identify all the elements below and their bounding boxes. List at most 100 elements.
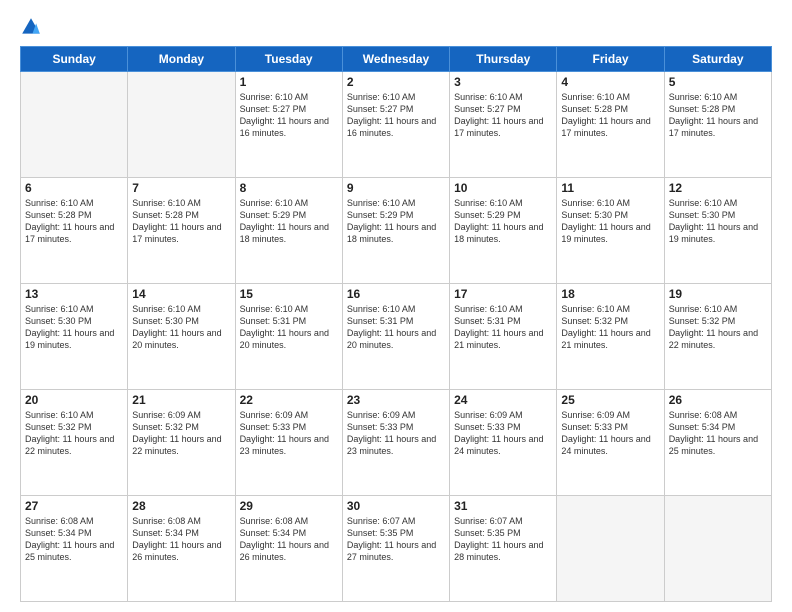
- day-number: 30: [347, 499, 445, 513]
- day-cell: 26Sunrise: 6:08 AM Sunset: 5:34 PM Dayli…: [664, 390, 771, 496]
- day-info: Sunrise: 6:10 AM Sunset: 5:30 PM Dayligh…: [669, 197, 767, 246]
- day-number: 11: [561, 181, 659, 195]
- day-number: 31: [454, 499, 552, 513]
- week-row-2: 13 Sunrise: 6:10 AM Sunset: 5:30 PM Dayli…: [21, 284, 772, 390]
- day-info: Sunrise: 6:09 AM Sunset: 5:33 PM Dayligh…: [561, 409, 659, 458]
- weekday-header-row: SundayMondayTuesdayWednesdayThursdayFrid…: [21, 47, 772, 72]
- weekday-tuesday: Tuesday: [235, 47, 342, 72]
- weekday-thursday: Thursday: [450, 47, 557, 72]
- day-info: Sunrise: 6:10 AM Sunset: 5:28 PM Dayligh…: [669, 91, 767, 140]
- day-cell: [21, 72, 128, 178]
- day-cell: 27 Sunrise: 6:08 AM Sunset: 5:34 PM Dayli…: [21, 496, 128, 602]
- day-number: 3: [454, 75, 552, 89]
- day-info: Sunrise: 6:10 AM Sunset: 5:30 PM Dayligh…: [132, 303, 230, 352]
- day-info: Sunrise: 6:10 AM Sunset: 5:28 PM Dayligh…: [132, 197, 230, 246]
- day-info: Sunrise: 6:08 AM Sunset: 5:34 PM Dayligh…: [240, 515, 338, 564]
- day-cell: 1 Sunrise: 6:10 AM Sunset: 5:27 PM Daylig…: [235, 72, 342, 178]
- day-cell: 21Sunrise: 6:09 AM Sunset: 5:32 PM Dayli…: [128, 390, 235, 496]
- day-cell: 11 Sunrise: 6:10 AM Sunset: 5:30 PM Dayli…: [557, 178, 664, 284]
- day-info: Sunrise: 6:10 AM Sunset: 5:31 PM Dayligh…: [240, 303, 338, 352]
- logo: [20, 16, 46, 38]
- day-number: 5: [669, 75, 767, 89]
- logo-icon: [20, 16, 42, 38]
- day-cell: 19 Sunrise: 6:10 AM Sunset: 5:32 PM Dayli…: [664, 284, 771, 390]
- day-info: Sunrise: 6:10 AM Sunset: 5:31 PM Dayligh…: [347, 303, 445, 352]
- weekday-sunday: Sunday: [21, 47, 128, 72]
- weekday-friday: Friday: [557, 47, 664, 72]
- day-number: 16: [347, 287, 445, 301]
- week-row-3: 20 Sunrise: 6:10 AM Sunset: 5:32 PM Dayli…: [21, 390, 772, 496]
- day-cell: 30 Sunrise: 6:07 AM Sunset: 5:35 PM Dayli…: [342, 496, 449, 602]
- day-number: 25: [561, 393, 659, 407]
- day-info: Sunrise: 6:10 AM Sunset: 5:32 PM Dayligh…: [669, 303, 767, 352]
- day-cell: 20 Sunrise: 6:10 AM Sunset: 5:32 PM Dayli…: [21, 390, 128, 496]
- day-cell: 17 Sunrise: 6:10 AM Sunset: 5:31 PM Dayli…: [450, 284, 557, 390]
- day-cell: 3Sunrise: 6:10 AM Sunset: 5:27 PM Daylig…: [450, 72, 557, 178]
- day-number: 1: [240, 75, 338, 89]
- day-number: 6: [25, 181, 123, 195]
- day-info: Sunrise: 6:08 AM Sunset: 5:34 PM Dayligh…: [25, 515, 123, 564]
- calendar: SundayMondayTuesdayWednesdayThursdayFrid…: [20, 46, 772, 602]
- day-number: 17: [454, 287, 552, 301]
- day-info: Sunrise: 6:08 AM Sunset: 5:34 PM Dayligh…: [132, 515, 230, 564]
- day-info: Sunrise: 6:10 AM Sunset: 5:29 PM Dayligh…: [454, 197, 552, 246]
- header: [20, 16, 772, 38]
- day-info: Sunrise: 6:10 AM Sunset: 5:30 PM Dayligh…: [25, 303, 123, 352]
- day-cell: 6Sunrise: 6:10 AM Sunset: 5:28 PM Daylig…: [21, 178, 128, 284]
- week-row-0: 1 Sunrise: 6:10 AM Sunset: 5:27 PM Daylig…: [21, 72, 772, 178]
- day-info: Sunrise: 6:10 AM Sunset: 5:32 PM Dayligh…: [25, 409, 123, 458]
- day-number: 28: [132, 499, 230, 513]
- day-number: 24: [454, 393, 552, 407]
- day-info: Sunrise: 6:10 AM Sunset: 5:29 PM Dayligh…: [347, 197, 445, 246]
- day-number: 23: [347, 393, 445, 407]
- weekday-wednesday: Wednesday: [342, 47, 449, 72]
- day-cell: 5 Sunrise: 6:10 AM Sunset: 5:28 PM Daylig…: [664, 72, 771, 178]
- day-number: 20: [25, 393, 123, 407]
- day-info: Sunrise: 6:10 AM Sunset: 5:29 PM Dayligh…: [240, 197, 338, 246]
- day-number: 18: [561, 287, 659, 301]
- day-number: 22: [240, 393, 338, 407]
- day-cell: 25 Sunrise: 6:09 AM Sunset: 5:33 PM Dayli…: [557, 390, 664, 496]
- day-cell: 12 Sunrise: 6:10 AM Sunset: 5:30 PM Dayli…: [664, 178, 771, 284]
- page: SundayMondayTuesdayWednesdayThursdayFrid…: [0, 0, 792, 612]
- weekday-monday: Monday: [128, 47, 235, 72]
- day-cell: 4 Sunrise: 6:10 AM Sunset: 5:28 PM Daylig…: [557, 72, 664, 178]
- day-cell: 18 Sunrise: 6:10 AM Sunset: 5:32 PM Dayli…: [557, 284, 664, 390]
- day-cell: [664, 496, 771, 602]
- day-info: Sunrise: 6:09 AM Sunset: 5:33 PM Dayligh…: [240, 409, 338, 458]
- day-cell: [128, 72, 235, 178]
- day-number: 9: [347, 181, 445, 195]
- day-cell: 7 Sunrise: 6:10 AM Sunset: 5:28 PM Daylig…: [128, 178, 235, 284]
- day-cell: 29 Sunrise: 6:08 AM Sunset: 5:34 PM Dayli…: [235, 496, 342, 602]
- day-number: 15: [240, 287, 338, 301]
- day-cell: 15 Sunrise: 6:10 AM Sunset: 5:31 PM Dayli…: [235, 284, 342, 390]
- day-number: 27: [25, 499, 123, 513]
- day-number: 2: [347, 75, 445, 89]
- day-info: Sunrise: 6:10 AM Sunset: 5:28 PM Dayligh…: [561, 91, 659, 140]
- day-cell: 24Sunrise: 6:09 AM Sunset: 5:33 PM Dayli…: [450, 390, 557, 496]
- week-row-1: 6 Sunrise: 6:10 AM Sunset: 5:28 PM Daylig…: [21, 178, 772, 284]
- day-number: 10: [454, 181, 552, 195]
- day-info: Sunrise: 6:10 AM Sunset: 5:27 PM Dayligh…: [240, 91, 338, 140]
- day-cell: 13 Sunrise: 6:10 AM Sunset: 5:30 PM Dayli…: [21, 284, 128, 390]
- day-number: 4: [561, 75, 659, 89]
- day-number: 7: [132, 181, 230, 195]
- day-number: 19: [669, 287, 767, 301]
- day-cell: 9 Sunrise: 6:10 AM Sunset: 5:29 PM Daylig…: [342, 178, 449, 284]
- day-cell: 2Sunrise: 6:10 AM Sunset: 5:27 PM Daylig…: [342, 72, 449, 178]
- weekday-saturday: Saturday: [664, 47, 771, 72]
- day-info: Sunrise: 6:10 AM Sunset: 5:30 PM Dayligh…: [561, 197, 659, 246]
- day-info: Sunrise: 6:07 AM Sunset: 5:35 PM Dayligh…: [454, 515, 552, 564]
- day-number: 29: [240, 499, 338, 513]
- day-cell: 14Sunrise: 6:10 AM Sunset: 5:30 PM Dayli…: [128, 284, 235, 390]
- day-info: Sunrise: 6:07 AM Sunset: 5:35 PM Dayligh…: [347, 515, 445, 564]
- day-cell: 23 Sunrise: 6:09 AM Sunset: 5:33 PM Dayli…: [342, 390, 449, 496]
- day-number: 12: [669, 181, 767, 195]
- day-info: Sunrise: 6:10 AM Sunset: 5:31 PM Dayligh…: [454, 303, 552, 352]
- day-info: Sunrise: 6:10 AM Sunset: 5:32 PM Dayligh…: [561, 303, 659, 352]
- day-info: Sunrise: 6:08 AM Sunset: 5:34 PM Dayligh…: [669, 409, 767, 458]
- day-number: 13: [25, 287, 123, 301]
- day-number: 21: [132, 393, 230, 407]
- day-info: Sunrise: 6:09 AM Sunset: 5:33 PM Dayligh…: [347, 409, 445, 458]
- day-cell: 28 Sunrise: 6:08 AM Sunset: 5:34 PM Dayli…: [128, 496, 235, 602]
